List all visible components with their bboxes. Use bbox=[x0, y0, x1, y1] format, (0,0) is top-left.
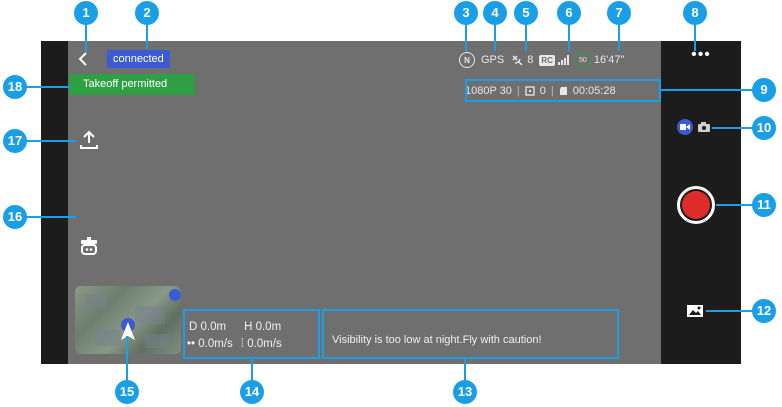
record-icon bbox=[682, 191, 710, 219]
callout-number: 14 bbox=[240, 380, 264, 404]
callout-number: 16 bbox=[3, 205, 27, 229]
callout-line bbox=[525, 24, 527, 51]
callout-number: 11 bbox=[752, 193, 776, 217]
map-tile bbox=[85, 294, 107, 308]
callout-line bbox=[661, 89, 756, 91]
callout-line bbox=[26, 216, 76, 218]
callout-number: 13 bbox=[453, 380, 477, 404]
callout-number: 15 bbox=[115, 380, 139, 404]
callout-number: 5 bbox=[514, 1, 538, 25]
map-tile bbox=[135, 306, 165, 324]
callout-number: 2 bbox=[135, 1, 159, 25]
more-dots-icon[interactable]: ••• bbox=[687, 47, 715, 69]
aircraft-position-icon bbox=[121, 318, 135, 340]
callout-number: 3 bbox=[454, 1, 478, 25]
takeoff-status-banner: Takeoff permitted bbox=[69, 74, 195, 95]
callout-line bbox=[146, 24, 148, 49]
callout-line bbox=[85, 24, 87, 52]
takeoff-button[interactable] bbox=[78, 129, 100, 151]
flight-mode-icon: N bbox=[459, 52, 475, 68]
callout-number: 12 bbox=[752, 299, 776, 323]
robot-icon bbox=[81, 237, 97, 255]
callout-number: 8 bbox=[683, 1, 707, 25]
callout-box-9 bbox=[465, 79, 661, 102]
callout-box-14 bbox=[183, 309, 320, 359]
callout-line bbox=[26, 86, 70, 88]
callout-number: 17 bbox=[3, 129, 27, 153]
smart-flight-button[interactable] bbox=[78, 235, 100, 257]
callout-line bbox=[126, 336, 128, 382]
connection-status-badge: connected bbox=[107, 50, 170, 68]
callout-line bbox=[26, 140, 76, 142]
callout-number: 18 bbox=[3, 75, 27, 99]
callout-number: 9 bbox=[752, 78, 776, 102]
gallery-icon bbox=[687, 305, 703, 317]
rc-label: RC bbox=[539, 54, 555, 66]
callout-number: 6 bbox=[557, 1, 581, 25]
map-tile bbox=[145, 334, 169, 348]
left-bezel bbox=[41, 41, 68, 364]
annotated-screenshot: connected Takeoff permitted N GPS 8 RC 5… bbox=[0, 0, 782, 407]
satellite-icon bbox=[512, 55, 523, 66]
video-mode-button[interactable] bbox=[677, 119, 693, 135]
satellite-count: 8 bbox=[527, 54, 534, 66]
callout-line bbox=[251, 359, 253, 382]
battery-status: 50 16'47" bbox=[574, 52, 625, 68]
callout-number: 4 bbox=[483, 1, 507, 25]
callout-box-13 bbox=[322, 309, 619, 359]
video-camera-icon bbox=[680, 124, 690, 130]
back-button[interactable] bbox=[77, 51, 91, 67]
camera-mode-switch bbox=[677, 119, 711, 135]
callout-line bbox=[706, 310, 756, 312]
callout-number: 7 bbox=[607, 1, 631, 25]
signal-bars-icon bbox=[557, 55, 569, 65]
satellite-status: 8 bbox=[510, 53, 533, 67]
callout-number: 10 bbox=[752, 116, 776, 140]
callout-line bbox=[494, 24, 496, 51]
flight-time-remaining: 16'47" bbox=[593, 54, 625, 66]
callout-number: 1 bbox=[74, 1, 98, 25]
gps-status: GPS bbox=[481, 54, 504, 66]
status-bar: N GPS 8 RC 50 16'47" bbox=[459, 51, 624, 69]
callout-line bbox=[618, 24, 620, 51]
gallery-button[interactable] bbox=[686, 304, 704, 318]
gps-label: GPS bbox=[481, 54, 505, 66]
rc-signal: RC bbox=[539, 54, 569, 66]
callout-line bbox=[464, 359, 466, 382]
callout-line bbox=[694, 24, 696, 51]
battery-percent: 50 bbox=[574, 52, 591, 68]
camera-icon bbox=[698, 122, 710, 132]
minimap[interactable] bbox=[75, 286, 181, 354]
callout-line bbox=[712, 127, 756, 129]
callout-line bbox=[568, 24, 570, 51]
location-pin-icon[interactable] bbox=[169, 289, 181, 301]
record-button[interactable] bbox=[677, 186, 715, 224]
callout-line bbox=[716, 204, 756, 206]
chevron-left-icon bbox=[78, 52, 87, 66]
takeoff-icon bbox=[80, 130, 98, 149]
photo-mode-button[interactable] bbox=[697, 120, 711, 134]
callout-line bbox=[465, 24, 467, 51]
